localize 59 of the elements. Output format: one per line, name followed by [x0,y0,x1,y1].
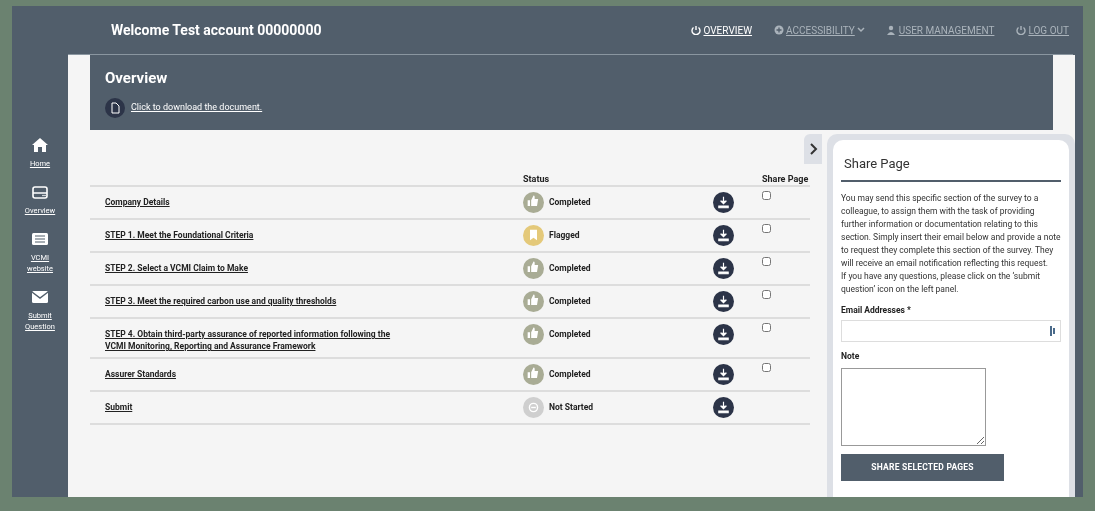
section-link[interactable]: STEP 3. Meet the required carbon use and quality thresholds [105,291,395,307]
nav-link[interactable]: OVERVIEW [691,22,753,38]
section-link[interactable]: STEP 4. Obtain third-party assurance of reported information following the VCMI Monitoring, Reporting and Assurance Framework [105,324,395,352]
download-icon[interactable] [713,324,734,345]
share-checkbox[interactable] [762,363,771,372]
welcome-text: Welcome Test account 00000000 [111,20,322,40]
column-header: Share Page [762,173,809,185]
power-icon [691,25,702,35]
status-text: Not Started [549,401,593,414]
note-field[interactable] [841,368,986,446]
email-field[interactable] [841,320,1061,343]
status-text: Completed [549,328,591,341]
column-header: Status [523,173,551,185]
share-checkbox[interactable] [762,191,771,200]
section-link[interactable]: Assurer Standards [105,364,395,380]
drive-icon [31,183,49,201]
status-text: Completed [549,368,591,381]
section-link[interactable]: Submit [105,397,395,413]
download-icon[interactable] [713,258,734,279]
status-text: Flagged [549,229,580,242]
download-icon[interactable] [713,397,734,418]
share-checkbox[interactable] [762,323,771,332]
bars-icon [1050,326,1056,337]
document-icon [105,97,125,118]
status-text: Completed [549,262,591,275]
thumbs-up-icon [523,324,544,345]
thumbs-up-icon [523,192,544,213]
download-icon[interactable] [713,225,734,246]
help-text: If you have any questions, please click on the ‘submit question’ icon on the left panel. [841,269,1041,296]
share-checkbox[interactable] [762,257,771,266]
user-icon [886,25,897,35]
plus-icon [774,25,785,35]
bookmark-icon [523,225,544,246]
power-icon [1016,25,1027,35]
thumbs-up-icon [523,364,544,385]
field-label: Email Addresses * [841,303,912,317]
download-icon[interactable] [713,291,734,312]
share-checkbox[interactable] [762,224,771,233]
section-link[interactable]: STEP 1. Meet the Foundational Criteria [105,225,395,241]
download-icon[interactable] [713,364,734,385]
share-checkbox[interactable] [762,290,771,299]
mail-icon [31,288,49,306]
list-icon [31,230,49,248]
home-icon [31,136,49,154]
minus-circle-icon [523,397,544,418]
overview-title: Overview [105,68,169,89]
thumbs-up-icon [523,291,544,312]
download-link[interactable]: Click to download the document. [131,100,263,115]
panel-title: Share Page [841,154,1061,182]
section-link[interactable]: STEP 2. Select a VCMI Claim to Make [105,258,395,274]
status-text: Completed [549,295,591,308]
thumbs-up-icon [523,258,544,279]
section-link[interactable]: Company Details [105,192,395,208]
panel-description: You may send this specific section of the survey to a colleague, to assign them with the task of providing further information or documentation relating to this section. Simply insert their email below and provide a note to request they complete this section of the survey. They will receive an email notification reflecting this request. [841,191,1061,270]
download-icon[interactable] [713,192,734,213]
chevron-right-icon[interactable] [808,143,818,155]
status-text: Completed [549,196,591,209]
share-button[interactable]: SHARE SELECTED PAGES [841,454,1004,481]
field-label: Note [841,350,861,363]
